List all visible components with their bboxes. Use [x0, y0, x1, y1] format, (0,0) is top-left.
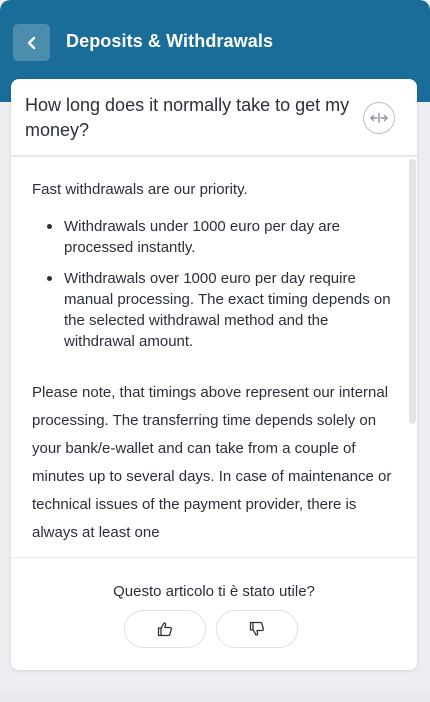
header-title: Deposits & Withdrawals — [66, 31, 274, 51]
list-item: Withdrawals under 1000 euro per day are … — [32, 216, 394, 258]
feedback-section: Questo articolo ti è stato utile? — [11, 557, 417, 670]
feedback-question: Questo articolo ti è stato utile? — [113, 583, 315, 600]
scrollbar-thumb[interactable] — [409, 159, 416, 424]
thumbs-down-icon — [249, 621, 265, 636]
thumbs-up-icon — [157, 622, 173, 637]
bottom-bar — [0, 692, 430, 702]
article-question: How long does it normally take to get my… — [25, 95, 350, 140]
article-header: How long does it normally take to get my… — [11, 79, 417, 157]
article-note: Please note, that timings above represen… — [32, 384, 392, 541]
article-card: How long does it normally take to get my… — [11, 79, 417, 670]
thumbs-up-button[interactable] — [124, 610, 206, 648]
expand-button[interactable] — [363, 102, 395, 134]
help-widget: Deposits & Withdrawals How long does it … — [0, 0, 430, 702]
list-item: Withdrawals over 1000 euro per day requi… — [32, 268, 394, 352]
article-bullet-list: Withdrawals under 1000 euro per day are … — [32, 216, 394, 352]
back-button[interactable] — [13, 24, 50, 61]
chevron-left-icon — [27, 36, 35, 49]
article-intro: Fast withdrawals are our priority. — [32, 181, 248, 198]
expand-horizontal-icon — [370, 113, 388, 123]
thumbs-down-button[interactable] — [216, 610, 298, 648]
